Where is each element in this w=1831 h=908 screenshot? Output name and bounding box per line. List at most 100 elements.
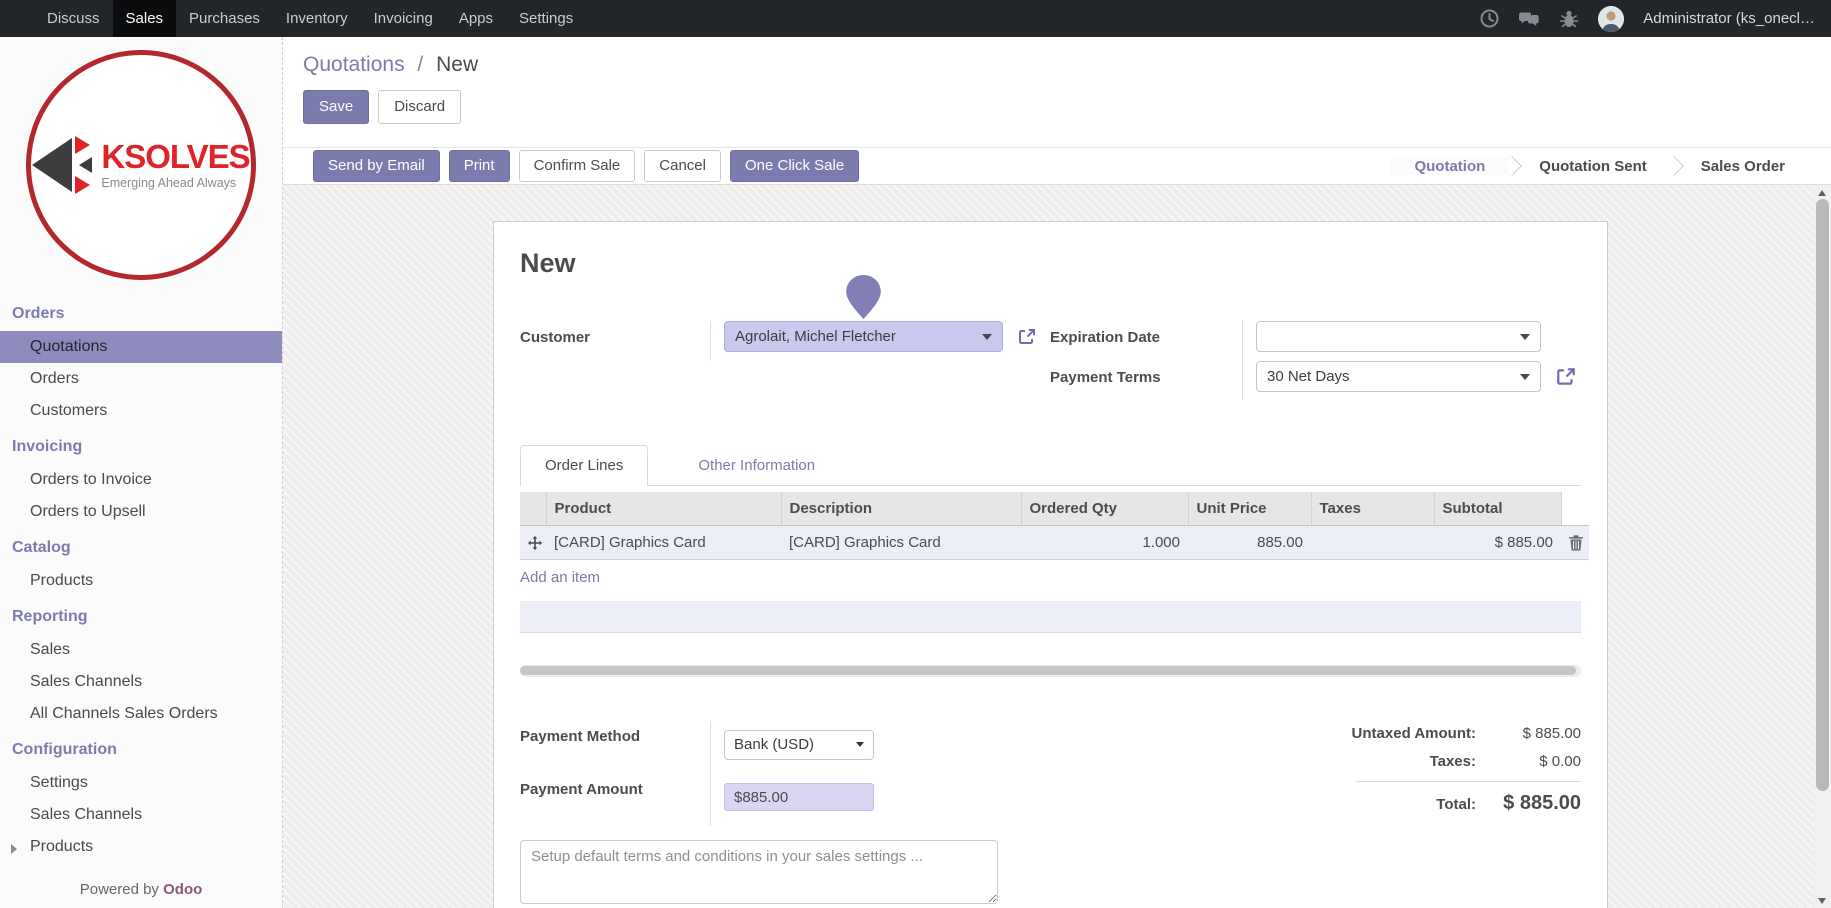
- payment-method-label: Payment Method: [520, 721, 710, 774]
- external-link-icon[interactable]: [1555, 366, 1577, 388]
- scroll-up-arrow-icon[interactable]: [1818, 190, 1826, 196]
- powered-by-odoo: Powered by Odoo: [0, 873, 282, 908]
- chat-icon[interactable]: [1518, 10, 1540, 28]
- untaxed-amount-label: Untaxed Amount:: [1352, 725, 1476, 742]
- stage-quotation-sent[interactable]: Quotation Sent: [1515, 158, 1671, 175]
- cell-product[interactable]: [CARD] Graphics Card: [546, 526, 781, 560]
- clock-icon[interactable]: [1480, 9, 1499, 28]
- nav-discuss[interactable]: Discuss: [34, 0, 113, 37]
- delete-row-trash-icon[interactable]: [1561, 526, 1589, 560]
- totals-divider: [1356, 781, 1581, 782]
- add-an-item-link[interactable]: Add an item: [520, 569, 600, 586]
- main-area: Quotations / New Save Discard Send by Em…: [283, 37, 1831, 908]
- ksolves-logo-circle: KSOLVES Emerging Ahead Always: [26, 50, 256, 280]
- payment-method-select[interactable]: Bank (USD): [724, 730, 874, 760]
- horizontal-scrollbar-thumb[interactable]: [520, 666, 1576, 675]
- menu-heading-catalog: Catalog: [0, 528, 282, 565]
- tab-order-lines[interactable]: Order Lines: [520, 445, 648, 486]
- sidebar-item-orders[interactable]: Orders: [0, 363, 282, 395]
- sidebar-item-sales-channels-report[interactable]: Sales Channels: [0, 666, 282, 698]
- menu-heading-reporting: Reporting: [0, 597, 282, 634]
- payment-amount-input[interactable]: [724, 783, 874, 811]
- cell-unit-price[interactable]: 885.00: [1188, 526, 1311, 560]
- select-caret-icon: [856, 742, 864, 747]
- scroll-down-arrow-icon[interactable]: [1818, 898, 1826, 904]
- send-by-email-button[interactable]: Send by Email: [313, 150, 440, 182]
- nav-inventory[interactable]: Inventory: [273, 0, 361, 37]
- drag-handle-icon[interactable]: [520, 526, 546, 560]
- sidebar-item-products[interactable]: Products: [0, 565, 282, 597]
- customer-select[interactable]: Agrolait, Michel Fletcher: [724, 321, 1003, 352]
- terms-and-conditions-textarea[interactable]: [520, 840, 998, 904]
- product-column-header: Product: [546, 492, 781, 526]
- sidebar-item-products-config[interactable]: Products: [0, 831, 282, 863]
- stage-quotation[interactable]: Quotation: [1390, 158, 1509, 175]
- sidebar-item-settings[interactable]: Settings: [0, 767, 282, 799]
- payment-terms-select[interactable]: 30 Net Days: [1256, 361, 1541, 392]
- odoo-brand-link[interactable]: Odoo: [163, 881, 202, 898]
- stage-sales-order[interactable]: Sales Order: [1677, 158, 1809, 175]
- one-click-sale-button[interactable]: One Click Sale: [730, 150, 859, 182]
- logo-brand-text: KSOLVES: [101, 140, 249, 173]
- cell-taxes[interactable]: [1311, 526, 1434, 560]
- sidebar-item-quotations[interactable]: Quotations: [0, 331, 282, 363]
- user-menu[interactable]: Administrator (ks_onecl…: [1643, 10, 1815, 27]
- nav-purchases[interactable]: Purchases: [176, 0, 273, 37]
- breadcrumb-quotations-link[interactable]: Quotations: [303, 53, 405, 76]
- user-avatar[interactable]: [1598, 6, 1624, 32]
- table-row[interactable]: [CARD] Graphics Card [CARD] Graphics Car…: [520, 526, 1589, 560]
- subtotal-column-header: Subtotal: [1434, 492, 1561, 526]
- sidebar-item-customers[interactable]: Customers: [0, 395, 282, 427]
- sidebar-item-sales-channels-config[interactable]: Sales Channels: [0, 799, 282, 831]
- menu-heading-configuration: Configuration: [0, 730, 282, 767]
- order-lines-table: Product Description Ordered Qty Unit Pri…: [520, 492, 1589, 560]
- table-header-row: Product Description Ordered Qty Unit Pri…: [520, 492, 1589, 526]
- taxes-value: $ 0.00: [1476, 753, 1581, 770]
- sidebar-item-sales-report[interactable]: Sales: [0, 634, 282, 666]
- unit-price-column-header: Unit Price: [1188, 492, 1311, 526]
- ksolves-logo-mark-icon: [32, 136, 92, 194]
- expiration-date-select[interactable]: [1256, 321, 1541, 352]
- external-link-icon[interactable]: [1017, 327, 1037, 347]
- total-label: Total:: [1436, 796, 1476, 813]
- status-pipeline: Quotation Quotation Sent Sales Order: [1390, 148, 1809, 184]
- cancel-button[interactable]: Cancel: [644, 150, 721, 182]
- logo-tagline: Emerging Ahead Always: [101, 176, 249, 190]
- sidebar-item-orders-to-upsell[interactable]: Orders to Upsell: [0, 496, 282, 528]
- breadcrumb-current: New: [436, 53, 478, 76]
- confirm-sale-button[interactable]: Confirm Sale: [519, 150, 636, 182]
- chevron-down-icon: [1520, 334, 1530, 340]
- navbar-apps: Discuss Sales Purchases Inventory Invoic…: [34, 0, 586, 37]
- nav-sales[interactable]: Sales: [113, 0, 177, 37]
- save-button[interactable]: Save: [303, 90, 369, 124]
- sidebar-item-orders-to-invoice[interactable]: Orders to Invoice: [0, 464, 282, 496]
- menu-heading-invoicing: Invoicing: [0, 427, 282, 464]
- field-group: Customer Agrolait, Michel Fletcher Expir…: [520, 321, 1581, 401]
- vertical-scrollbar: [1814, 185, 1831, 908]
- print-button[interactable]: Print: [449, 150, 510, 182]
- chevron-down-icon: [982, 334, 992, 340]
- sidebar: KSOLVES Emerging Ahead Always Orders Quo…: [0, 37, 283, 908]
- tab-other-information[interactable]: Other Information: [674, 446, 839, 485]
- breadcrumb-separator: /: [417, 53, 423, 76]
- nav-invoicing[interactable]: Invoicing: [361, 0, 446, 37]
- sidebar-item-all-channels-sales-orders[interactable]: All Channels Sales Orders: [0, 698, 282, 730]
- menu-heading-orders: Orders: [0, 294, 282, 331]
- record-title: New: [520, 248, 1581, 279]
- cell-ordered-qty[interactable]: 1.000: [1021, 526, 1188, 560]
- delete-column-header: [1561, 492, 1589, 526]
- nav-settings[interactable]: Settings: [506, 0, 586, 37]
- discard-button[interactable]: Discard: [378, 90, 461, 124]
- cell-subtotal: $ 885.00: [1434, 526, 1561, 560]
- payment-group: Payment Method Bank (USD) Payment Amount: [520, 721, 970, 826]
- bug-icon[interactable]: [1559, 9, 1579, 29]
- cell-description[interactable]: [CARD] Graphics Card: [781, 526, 1021, 560]
- chevron-right-icon[interactable]: [11, 844, 17, 854]
- company-logo: KSOLVES Emerging Ahead Always: [0, 37, 282, 286]
- vertical-scrollbar-thumb[interactable]: [1816, 199, 1829, 791]
- notebook-tabs: Order Lines Other Information: [520, 445, 1581, 486]
- form-sheet: New Customer Agrolait, Michel Fletcher E…: [493, 221, 1608, 908]
- nav-apps[interactable]: Apps: [446, 0, 506, 37]
- total-value: $ 885.00: [1476, 792, 1581, 815]
- action-bar: Send by Email Print Confirm Sale Cancel …: [283, 147, 1831, 185]
